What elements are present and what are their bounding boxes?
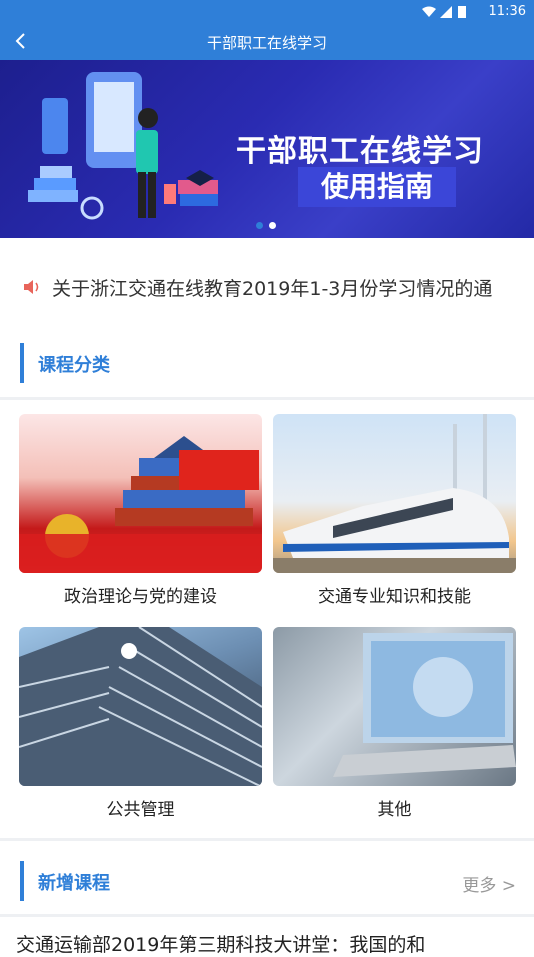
wifi-icon [422,6,436,17]
banner-carousel[interactable]: 干部职工在线学习 使用指南 [0,60,534,238]
skyscraper-image [19,627,262,786]
section-accent-bar [20,343,24,383]
laptop-image [333,633,516,777]
public-admin-thumbnail [19,627,262,786]
temple-and-flag-image [19,436,262,573]
category-card-other[interactable]: 其他 [273,627,516,820]
banner-subtitle: 使用指南 [298,167,456,207]
divider [0,914,534,917]
speaker-icon [24,280,39,294]
category-label: 其他 [377,800,412,820]
category-card-public-admin[interactable]: 公共管理 [19,627,262,820]
category-label: 政治理论与党的建设 [64,587,217,607]
high-speed-train-image [273,414,516,573]
status-icons [422,6,466,18]
banner-headline: 干部职工在线学习 [236,134,484,169]
battery-icon [458,6,466,18]
app-bar: 干部职工在线学习 [0,24,534,60]
notice-bar[interactable]: 关于浙江交通在线教育2019年1-3月份学习情况的通 [0,238,534,334]
transport-thumbnail [273,414,516,573]
course-list-item[interactable]: 交通运输部2019年第三期科技大讲堂：我国的和 [16,930,534,957]
new-courses-title: 新增课程 [38,873,110,894]
more-button[interactable]: 更多 > [462,871,516,896]
divider [0,838,534,841]
course-category-title: 课程分类 [38,355,110,376]
category-label: 公共管理 [106,800,175,820]
notice-text: 关于浙江交通在线教育2019年1-3月份学习情况的通 [52,278,493,300]
signal-icon [440,6,452,18]
carousel-dot [269,222,276,229]
status-time: 11:36 [488,4,526,19]
status-bar: 11:36 [0,0,534,24]
page-title: 干部职工在线学习 [206,34,327,52]
category-label: 交通专业知识和技能 [318,587,471,607]
politics-thumbnail [19,414,262,573]
other-thumbnail [273,627,516,786]
new-courses-header: 新增课程 更多 > [0,861,534,901]
category-card-politics[interactable]: 政治理论与党的建设 [19,414,262,607]
carousel-indicator [256,214,282,233]
course-category-header: 课程分类 [0,343,534,383]
divider [0,397,534,400]
section-accent-bar [20,861,24,901]
banner-illustration [28,72,218,220]
category-card-transport[interactable]: 交通专业知识和技能 [273,414,516,607]
carousel-dot-active [256,222,263,229]
